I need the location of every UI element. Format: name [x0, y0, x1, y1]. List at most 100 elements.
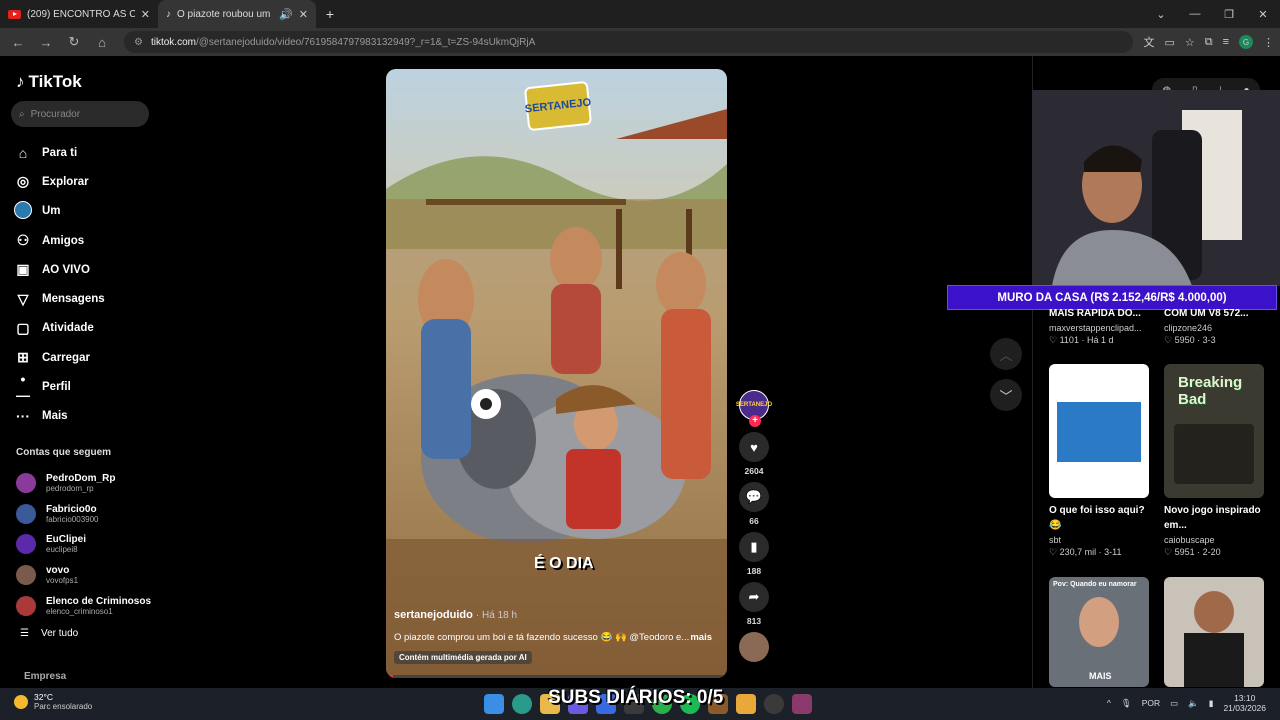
app-icon[interactable]	[792, 694, 812, 714]
home-icon[interactable]: ⌂	[90, 35, 114, 50]
like-button[interactable]: ♥ 2604	[736, 432, 772, 476]
menu-item-perfil[interactable]: •— Perfil	[14, 371, 105, 404]
forward-icon[interactable]: →	[34, 35, 58, 50]
thumbnail-image	[1057, 402, 1141, 462]
extensions-icon[interactable]: ⧉	[1205, 36, 1213, 49]
search-input[interactable]: ⌕ Procurador	[11, 101, 149, 127]
volume-icon[interactable]: 🔈	[1188, 698, 1199, 709]
creator-avatar[interactable]: SERTANEJO +	[736, 390, 772, 427]
home-icon: ⌂	[18, 144, 28, 161]
music-disc-icon[interactable]	[739, 632, 769, 662]
following-item[interactable]: EuClipei euclipei8	[16, 529, 151, 560]
save-button[interactable]: ▮ 188	[736, 532, 772, 576]
video-frame	[386, 69, 727, 678]
thumbnail-text: Pov: Quando eu namorar	[1053, 581, 1137, 588]
obs-icon[interactable]	[764, 694, 784, 714]
menu-label: Carregar	[42, 351, 90, 364]
menu-item-amigos[interactable]: ⚇ Amigos	[14, 226, 105, 255]
minimize-button[interactable]: —	[1178, 0, 1212, 28]
new-tab-button[interactable]: +	[320, 4, 340, 24]
site-info-icon[interactable]: ⚙	[134, 37, 143, 48]
menu-label: Um	[42, 205, 61, 218]
weather-widget[interactable]: 32°C Parc ensolarado	[14, 692, 92, 711]
comment-button[interactable]: 💬 66	[736, 482, 772, 526]
browser-menu-icon[interactable]: ⋮	[1263, 36, 1274, 49]
video-player[interactable]: SERTANEJO É O DIA sertanejoduido · Há 18…	[386, 69, 727, 678]
mic-icon[interactable]: 🎙	[1121, 698, 1132, 709]
browser-tab-tiktok[interactable]: ♪ O piazote roubou um boi e 🔊 ✕	[158, 0, 316, 28]
scroll-up-button[interactable]: ︿	[990, 338, 1022, 370]
reading-list-icon[interactable]: ≡	[1223, 36, 1229, 48]
edge-icon[interactable]	[512, 694, 532, 714]
network-icon[interactable]: ▭	[1170, 698, 1178, 709]
menu-item-para-ti[interactable]: ⌂ Para ti	[14, 138, 105, 167]
recommendation-thumbnail[interactable]	[1164, 577, 1264, 687]
language-indicator[interactable]: POR	[1142, 698, 1160, 708]
avatar	[16, 473, 36, 494]
menu-item-um[interactable]: Um	[14, 197, 105, 226]
menu-label: AO VIVO	[42, 263, 90, 276]
menu-item-mais[interactable]: ··· Mais	[14, 402, 105, 431]
chevron-up-icon[interactable]: ^	[1107, 698, 1111, 708]
video-actions: SERTANEJO + ♥ 2604 💬 66 ▮ 188 ➦ 813	[736, 390, 772, 662]
user-handle: elenco_criminoso1	[46, 606, 113, 616]
cast-icon[interactable]: ▭	[1164, 36, 1174, 49]
url-field[interactable]: ⚙ tiktok.com/@sertanejoduido/video/76195…	[124, 31, 1134, 53]
profile-icon: •—	[16, 371, 30, 404]
video-author[interactable]: sertanejoduido · Há 18 h	[394, 609, 517, 621]
recommendation-card[interactable]: MAIS RAPIDA DO... maxverstappenclipad...…	[1049, 306, 1149, 346]
video-progress-bar[interactable]	[386, 675, 727, 678]
translate-icon[interactable]: 文	[1143, 34, 1154, 50]
company-link[interactable]: Empresa	[24, 671, 66, 682]
recommendation-thumbnail[interactable]: Breaking Bad	[1164, 364, 1264, 498]
menu-item-explorar[interactable]: ◎ Explorar	[14, 167, 105, 196]
thumbnail-subtext: MAIS	[1089, 671, 1112, 681]
following-list: PedroDom_Rp pedrodom_rp Fabricio0o fabrici…	[16, 468, 151, 621]
menu-item-atividade[interactable]: ▢ Atividade	[14, 314, 105, 343]
see-all-link[interactable]: ☰ Ver tudo	[20, 628, 78, 639]
speaker-icon[interactable]: 🔊	[279, 8, 293, 21]
tiktok-logo[interactable]: ♪ TikTok	[16, 72, 82, 92]
clock[interactable]: 13:10 21/03/2026	[1223, 693, 1266, 713]
back-icon[interactable]: ←	[6, 35, 30, 50]
card-title: Novo jogo inspirado em...	[1164, 505, 1261, 531]
menu-label: Para ti	[42, 146, 78, 159]
close-tab-icon[interactable]: ✕	[141, 8, 150, 21]
app-icon[interactable]	[736, 694, 756, 714]
bookmark-star-icon[interactable]: ☆	[1185, 36, 1195, 49]
tab-search-icon[interactable]: ⌄	[1144, 0, 1178, 28]
close-window-button[interactable]: ✕	[1246, 0, 1280, 28]
following-item[interactable]: PedroDom_Rp pedrodom_rp	[16, 468, 151, 499]
card-stats: ♡ 5950 · 3-3	[1164, 335, 1216, 345]
following-item[interactable]: Elenco de Criminosos elenco_criminoso1	[16, 590, 151, 621]
scroll-down-button[interactable]: ﹀	[990, 379, 1022, 411]
menu-item-mensagens[interactable]: ▽ Mensagens	[14, 284, 105, 313]
more-link[interactable]: mais	[690, 632, 712, 643]
browser-tab-youtube[interactable]: (209) ENCONTRO ÀS CEGAS C... ✕	[0, 0, 158, 28]
close-tab-icon[interactable]: ✕	[299, 8, 308, 21]
profile-avatar[interactable]: G	[1239, 35, 1253, 49]
reload-icon[interactable]: ↻	[62, 34, 86, 50]
avatar	[16, 595, 36, 616]
following-item[interactable]: Fabricio0o fabricio003900	[16, 499, 151, 530]
recommendation-card[interactable]: O que foi isso aqui? 😂 sbt ♡ 230,7 mil ·…	[1049, 503, 1149, 558]
recommendation-card[interactable]: Novo jogo inspirado em... caiobuscape ♡ …	[1164, 503, 1264, 558]
recommendation-thumbnail[interactable]: Pov: Quando eu namorar MAIS	[1049, 577, 1149, 687]
menu-item-carregar[interactable]: ⊞ Carregar	[14, 343, 105, 372]
main-menu: ⌂ Para ti ◎ Explorar Um ⚇ Amigos ▣ AO VIVO ▽…	[14, 138, 105, 431]
ai-content-badge: Contém multimédia gerada por AI	[394, 651, 532, 664]
restore-button[interactable]: ❐	[1212, 0, 1246, 28]
date: 21/03/2026	[1223, 703, 1266, 713]
menu-item-ao-vivo[interactable]: ▣ AO VIVO	[14, 255, 105, 284]
follow-plus-icon[interactable]: +	[749, 415, 761, 427]
chevron-up-icon: ︿	[999, 347, 1013, 363]
share-button[interactable]: ➦ 813	[736, 582, 772, 626]
following-item[interactable]: vovo vovofps1	[16, 560, 151, 591]
battery-icon[interactable]: ▮	[1209, 698, 1214, 709]
recommendation-card[interactable]: COM UM V8 572... clipzone246 ♡ 5950 · 3-…	[1164, 306, 1264, 346]
card-title: MAIS RAPIDA DO...	[1049, 308, 1141, 319]
recommendation-thumbnail[interactable]	[1049, 364, 1149, 498]
card-user: caiobuscape	[1164, 535, 1215, 545]
bookmark-icon: ▮	[739, 532, 769, 562]
start-icon[interactable]	[484, 694, 504, 714]
